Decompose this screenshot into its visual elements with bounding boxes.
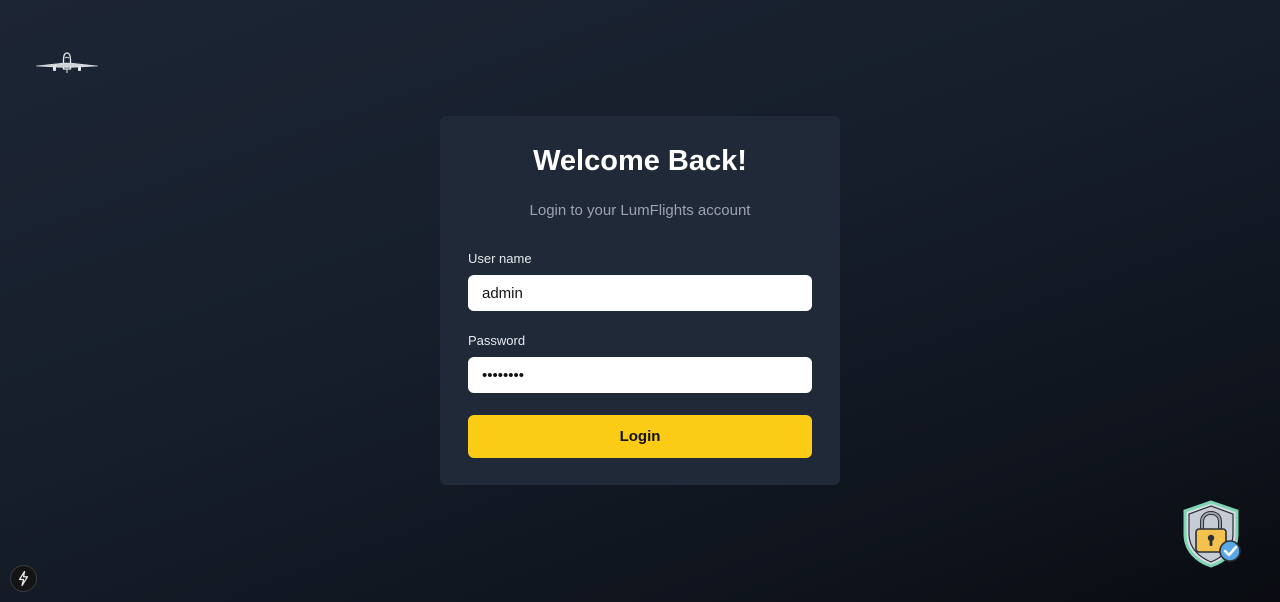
login-card: Welcome Back! Login to your LumFlights a… [440,116,840,485]
page-title: Welcome Back! [533,145,747,177]
login-button[interactable]: Login [468,415,812,458]
password-label: Password [468,333,526,348]
airplane-logo-icon [34,50,100,76]
username-input[interactable] [468,275,812,311]
devtools-indicator-button[interactable] [10,565,37,592]
login-subtitle: Login to your LumFlights account [529,202,751,219]
password-input[interactable] [468,357,812,393]
username-label: User name [468,251,532,266]
security-shield-lock-icon [1182,500,1244,568]
lightning-bolt-icon [18,570,29,587]
